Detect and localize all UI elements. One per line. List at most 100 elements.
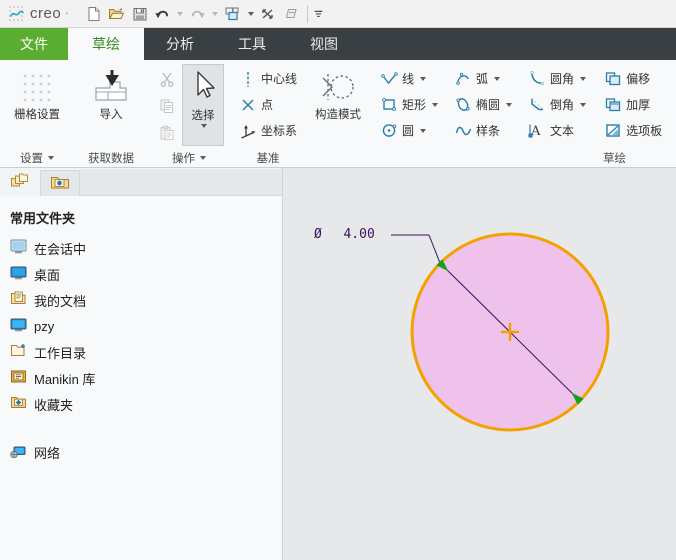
tab-analysis[interactable]: 分析 xyxy=(144,28,216,60)
sketch-group-text: 草绘 xyxy=(603,153,627,165)
browser-item-pzy[interactable]: pzy xyxy=(10,313,282,339)
datum-centerline-label: 中心线 xyxy=(261,72,298,86)
rectangle-button[interactable]: 矩形 xyxy=(377,92,441,117)
datum-items: 中心线 点 坐标系 xyxy=(236,64,300,143)
datum-csys-button[interactable]: 坐标系 xyxy=(236,118,300,143)
dimension-leader-extension xyxy=(428,234,441,264)
offset-icon xyxy=(604,71,622,86)
paste-icon[interactable] xyxy=(156,120,178,146)
palette-button[interactable]: 选项板 xyxy=(601,118,665,143)
tab-view[interactable]: 视图 xyxy=(288,28,360,60)
browser-item-network[interactable]: 网络 xyxy=(10,439,282,465)
line-button[interactable]: 线 xyxy=(377,66,441,91)
palette-label: 选项板 xyxy=(626,124,663,138)
construction-mode-button[interactable]: 构造模式 xyxy=(310,64,366,122)
thicken-button[interactable]: 加厚 xyxy=(601,92,665,117)
ellipse-dropdown-icon[interactable] xyxy=(506,102,513,107)
offset-button[interactable]: 偏移 xyxy=(601,66,665,91)
window-icon[interactable] xyxy=(280,3,302,25)
centerline-icon xyxy=(239,71,257,87)
ellipse-icon xyxy=(454,97,472,112)
text-label: 文本 xyxy=(550,124,575,138)
ribbon-group-settings-label[interactable]: 设置 xyxy=(0,148,74,168)
browser-item-manikin-library[interactable]: Manikin 库 xyxy=(10,365,282,391)
cut-icon[interactable] xyxy=(156,66,178,92)
ribbon-group-sketch: 构造模式 线 矩形 圆 弧 椭圆 样条 圆角 倒角 A 文本 偏移 加厚 选项板… xyxy=(306,60,676,168)
arc-dropdown-icon[interactable] xyxy=(494,76,501,81)
fillet-button[interactable]: 圆角 xyxy=(525,66,589,91)
browser-item-working-directory[interactable]: 工作目录 xyxy=(10,339,282,365)
chevron-down-icon[interactable] xyxy=(48,156,54,160)
diameter-dimension-text[interactable]: Ø 4.00 xyxy=(314,227,375,242)
datum-point-button[interactable]: 点 xyxy=(236,92,300,117)
regenerate-icon[interactable] xyxy=(222,3,244,25)
chamfer-button[interactable]: 倒角 xyxy=(525,92,589,117)
rectangle-icon xyxy=(380,97,398,112)
user-folder-icon xyxy=(10,317,27,335)
datum-point-label: 点 xyxy=(261,98,274,112)
chamfer-dropdown-icon[interactable] xyxy=(580,102,587,107)
circle-label: 圆 xyxy=(402,124,415,138)
clipboard-buttons xyxy=(156,64,178,146)
redo-dropdown-icon[interactable] xyxy=(210,3,221,25)
browser-item-in-session[interactable]: 在会话中 xyxy=(10,235,282,261)
ellipse-button[interactable]: 椭圆 xyxy=(451,92,515,117)
datum-centerline-button[interactable]: 中心线 xyxy=(236,66,300,91)
select-dropdown-icon[interactable] xyxy=(201,124,207,128)
undo-dropdown-icon[interactable] xyxy=(175,3,186,25)
ribbon-group-operations: 选择 操作 xyxy=(148,60,230,168)
circle-dropdown-icon[interactable] xyxy=(420,128,427,133)
grid-settings-button[interactable]: 栅格设置 xyxy=(6,64,68,122)
copy-icon[interactable] xyxy=(156,93,178,119)
chevron-down-icon[interactable] xyxy=(200,156,206,160)
get-data-group-text: 获取数据 xyxy=(88,153,134,165)
sketch-column-1: 线 矩形 圆 xyxy=(377,64,441,143)
close-window-icon[interactable] xyxy=(257,3,279,25)
ribbon-group-operations-label[interactable]: 操作 xyxy=(148,148,230,168)
ribbon-group-sketch-label: 草绘 xyxy=(306,148,676,168)
regenerate-dropdown-icon[interactable] xyxy=(245,3,256,25)
import-button[interactable]: 导入 xyxy=(80,64,142,122)
browser-tab-strip xyxy=(0,168,282,196)
tab-file[interactable]: 文件 xyxy=(0,28,68,60)
diameter-value: 4.00 xyxy=(343,227,375,242)
sketch-column-2: 弧 椭圆 样条 xyxy=(451,64,515,143)
construction-mode-label: 构造模式 xyxy=(315,109,362,121)
arc-button[interactable]: 弧 xyxy=(451,66,515,91)
offset-label: 偏移 xyxy=(626,72,651,86)
redo-icon[interactable] xyxy=(187,3,209,25)
circle-button[interactable]: 圆 xyxy=(377,118,441,143)
import-label: 导入 xyxy=(99,109,123,121)
fillet-label: 圆角 xyxy=(550,72,575,86)
save-icon[interactable] xyxy=(129,3,151,25)
open-file-icon[interactable] xyxy=(106,3,128,25)
text-button[interactable]: A 文本 xyxy=(525,118,589,143)
undo-icon[interactable] xyxy=(152,3,174,25)
browser-item-desktop[interactable]: 桌面 xyxy=(10,261,282,287)
new-file-icon[interactable] xyxy=(83,3,105,25)
line-dropdown-icon[interactable] xyxy=(420,76,427,81)
browser-item-label: 在会话中 xyxy=(34,241,87,257)
tab-tools[interactable]: 工具 xyxy=(216,28,288,60)
spline-button[interactable]: 样条 xyxy=(451,118,515,143)
network-icon xyxy=(10,443,27,462)
ribbon-tab-strip: 文件 草绘 分析 工具 视图 xyxy=(0,28,676,60)
select-button[interactable]: 选择 xyxy=(182,64,224,146)
graphics-canvas[interactable]: Ø 4.00 xyxy=(283,168,676,560)
rectangle-dropdown-icon[interactable] xyxy=(432,102,439,107)
rectangle-label: 矩形 xyxy=(402,98,427,112)
folder-tree-tab[interactable] xyxy=(0,170,40,196)
qat-overflow-icon[interactable] xyxy=(313,3,324,25)
fillet-dropdown-icon[interactable] xyxy=(580,76,587,81)
browser-item-favorites[interactable]: 收藏夹 xyxy=(10,391,282,417)
thicken-icon xyxy=(604,97,622,112)
browser-item-label: pzy xyxy=(34,318,55,334)
browser-item-label: 网络 xyxy=(34,445,61,461)
browser-item-my-documents[interactable]: 我的文档 xyxy=(10,287,282,313)
spline-label: 样条 xyxy=(476,124,501,138)
favorites-tab[interactable] xyxy=(40,170,80,196)
select-arrow-icon xyxy=(188,69,218,106)
datum-group-text: 基准 xyxy=(256,153,280,165)
spline-icon xyxy=(454,124,472,138)
tab-sketch[interactable]: 草绘 xyxy=(68,28,144,60)
